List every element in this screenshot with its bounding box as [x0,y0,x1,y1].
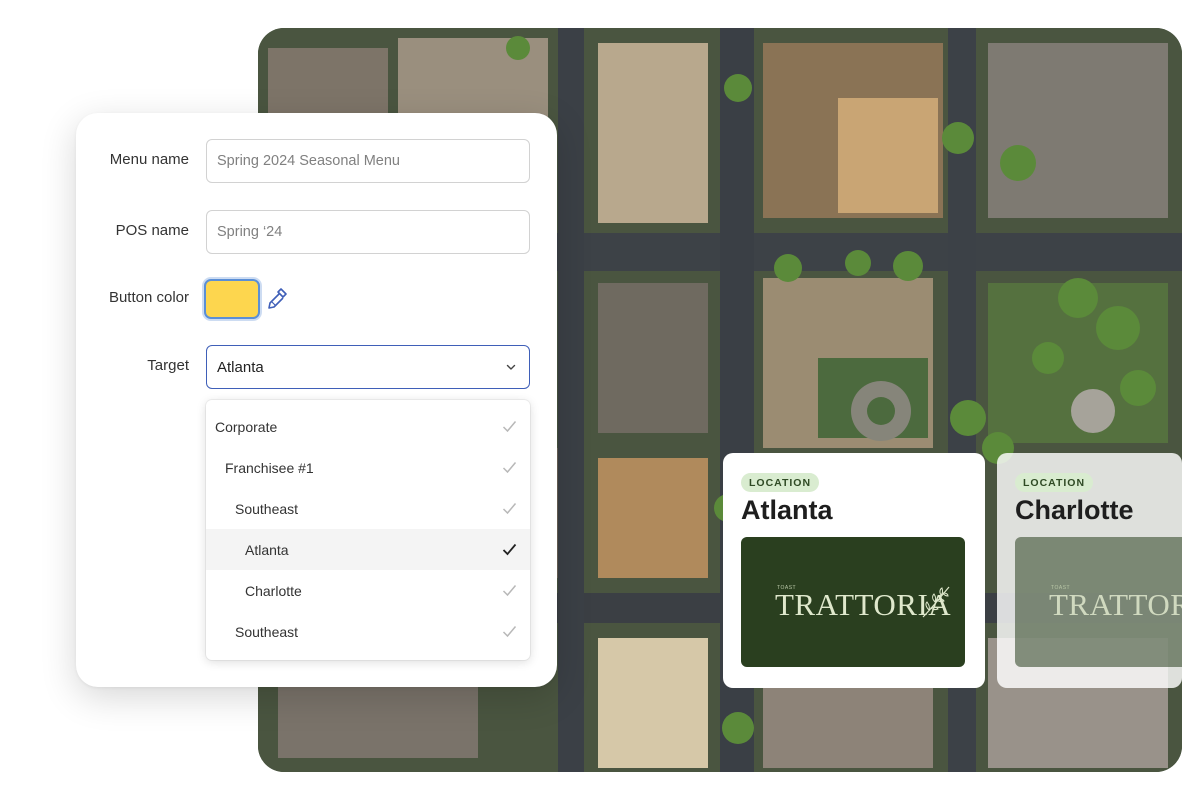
dropdown-option-charlotte[interactable]: Charlotte [206,570,530,611]
button-color-swatch[interactable] [204,279,260,319]
logo-wordmark: TRATTORIA [1049,587,1182,622]
chevron-down-icon [506,364,516,370]
location-card-atlanta[interactable]: LOCATION Atlanta TOAST TRATTORIA [723,453,985,688]
olive-sprig-icon [922,586,950,618]
target-select-value: Atlanta [217,358,264,376]
check-icon [502,503,517,515]
check-icon [502,421,517,433]
dropdown-option-franchisee[interactable]: Franchisee #1 [206,447,530,488]
target-label: Target [147,357,189,374]
menu-name-input[interactable]: Spring 2024 Seasonal Menu [206,139,530,183]
dropdown-option-corporate[interactable]: Corporate [206,406,530,447]
menu-settings-card: Menu name Spring 2024 Seasonal Menu POS … [76,113,557,687]
check-icon [502,585,517,597]
check-icon [502,626,517,638]
option-label: Atlanta [245,541,289,558]
menu-name-label: Menu name [109,151,189,168]
button-color-label: Button color [108,289,189,306]
dropdown-option-southeast-2[interactable]: Southeast [206,611,530,652]
option-label: Southeast [235,500,299,517]
pos-name-input[interactable]: Spring ‘24 [206,210,530,254]
restaurant-logo: TOAST TRATTORIA [1015,537,1182,667]
pos-name-value: Spring ‘24 [217,224,283,240]
option-label: Charlotte [245,582,302,599]
location-card-charlotte[interactable]: LOCATION Charlotte TOAST TRATTORIA [997,453,1182,688]
dropdown-option-southeast[interactable]: Southeast [206,488,530,529]
dropdown-option-atlanta[interactable]: Atlanta [206,529,530,570]
menu-name-value: Spring 2024 Seasonal Menu [217,153,400,169]
location-title: Atlanta [741,495,833,525]
check-icon [502,543,517,556]
option-label: Franchisee #1 [225,459,314,476]
check-icon [502,462,517,474]
eyedropper-icon[interactable] [266,287,288,311]
location-title: Charlotte [1015,495,1134,525]
pos-name-label: POS name [115,222,189,239]
option-label: Southeast [235,623,299,640]
target-dropdown-menu: Corporate Franchisee #1 Southeast Atlant… [206,400,530,660]
location-badge: LOCATION [1015,473,1094,492]
restaurant-logo: TOAST TRATTORIA [741,537,965,667]
target-select[interactable]: Atlanta [206,345,530,389]
option-label: Corporate [215,418,278,435]
location-badge: LOCATION [741,473,820,492]
